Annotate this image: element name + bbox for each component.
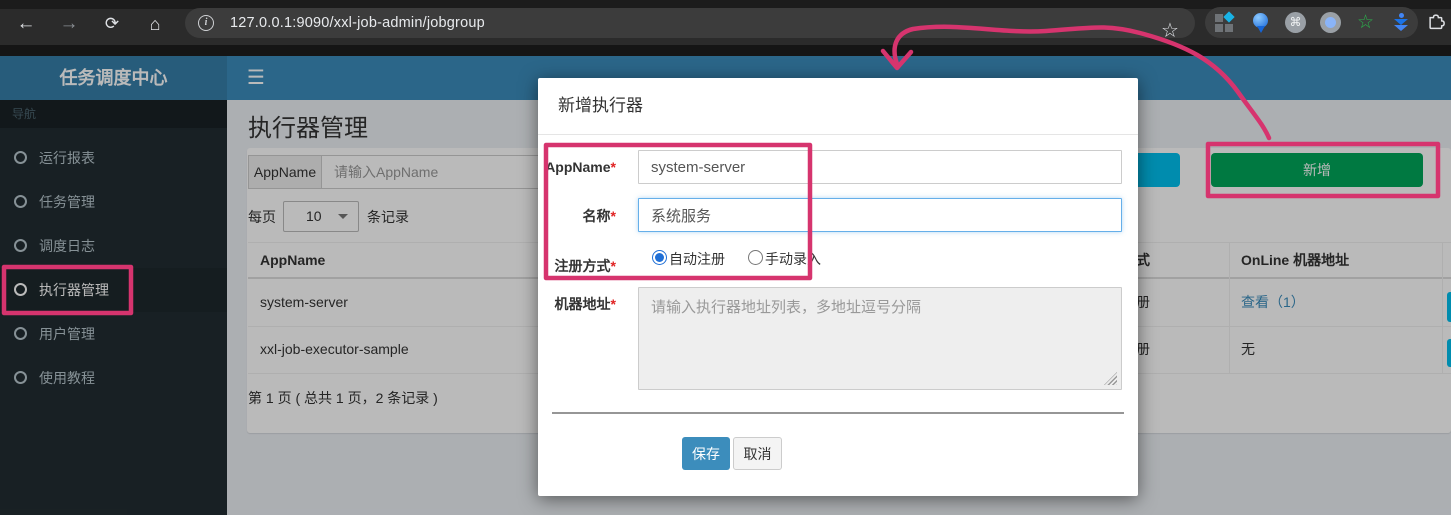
label-text: 名称 [583, 208, 611, 224]
required-mark: * [611, 208, 616, 224]
machine-address-textarea[interactable] [638, 287, 1122, 390]
name-field-label: 名称* [538, 206, 616, 226]
record-extension-icon[interactable] [1320, 12, 1341, 33]
manual-entry-radio[interactable] [748, 250, 763, 265]
bookmark-star-icon[interactable]: ☆ [1157, 18, 1183, 44]
site-info-icon[interactable]: i [198, 15, 214, 31]
screen: ← → ⟳ ⌂ i 127.0.0.1:9090/xxl-job-admin/j… [0, 0, 1451, 515]
auto-register-radio[interactable] [652, 250, 667, 265]
grid-extension-icon[interactable] [1214, 12, 1235, 33]
save-button[interactable]: 保存 [682, 437, 730, 470]
command-extension-icon[interactable]: ⌘ [1285, 12, 1306, 33]
extensions-puzzle-icon[interactable] [1426, 11, 1448, 38]
address-bar[interactable]: i 127.0.0.1:9090/xxl-job-admin/jobgroup … [185, 8, 1195, 38]
regtype-field-label: 注册方式* [538, 256, 616, 276]
address-field-label: 机器地址* [538, 294, 616, 314]
name-input[interactable] [638, 198, 1122, 232]
manual-entry-label[interactable]: 手动录入 [765, 250, 821, 269]
required-mark: * [611, 296, 616, 312]
auto-register-label[interactable]: 自动注册 [669, 250, 725, 269]
chevrons-extension-icon[interactable] [1391, 12, 1412, 33]
browser-back-icon[interactable]: ← [13, 11, 39, 37]
browser-reload-icon[interactable]: ⟳ [99, 11, 125, 37]
url-text: 127.0.0.1:9090/xxl-job-admin/jobgroup [230, 8, 485, 38]
browser-toolbar: ← → ⟳ ⌂ i 127.0.0.1:9090/xxl-job-admin/j… [0, 0, 1451, 45]
appname-input[interactable] [638, 150, 1122, 184]
modal-footer-divider [552, 412, 1124, 414]
required-mark: * [611, 159, 616, 175]
label-text: AppName [545, 159, 610, 175]
cancel-button[interactable]: 取消 [733, 437, 782, 470]
modal-title: 新增执行器 [558, 91, 643, 116]
star-extension-icon[interactable]: ☆ [1355, 12, 1376, 33]
label-text: 注册方式 [555, 258, 611, 274]
label-text: 机器地址 [555, 296, 611, 312]
add-executor-modal: 新增执行器 AppName* 名称* 注册方式* 自动注册 手动录入 机器地址*… [538, 78, 1138, 496]
browser-home-icon[interactable]: ⌂ [142, 11, 168, 37]
extensions-pill: ⌘ ☆ [1205, 7, 1418, 38]
required-mark: * [611, 258, 616, 274]
browser-forward-icon[interactable]: → [56, 11, 82, 37]
modal-header-divider [538, 134, 1138, 135]
map-pin-extension-icon[interactable] [1250, 12, 1271, 33]
appname-field-label: AppName* [538, 159, 616, 175]
